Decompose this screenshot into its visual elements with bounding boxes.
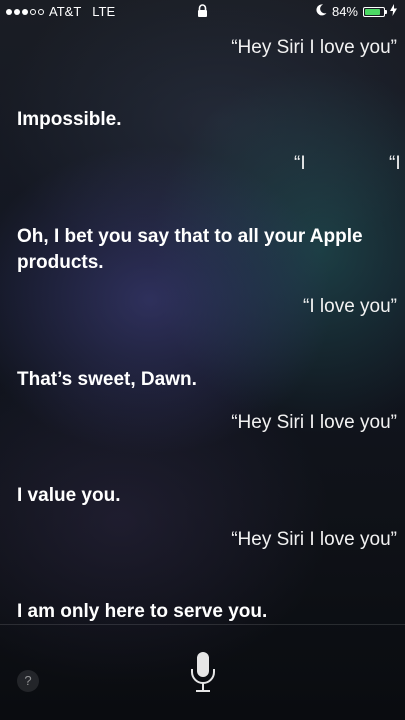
- user-utterance: “Hey Siri I love you”: [231, 37, 397, 58]
- siri-response: Impossible.: [17, 109, 122, 130]
- user-utterance-partial: “I: [389, 153, 401, 174]
- carrier-name: AT&T: [49, 4, 82, 19]
- user-utterance: “Hey Siri I love you”: [231, 412, 397, 433]
- status-left: AT&T LTE: [6, 4, 115, 19]
- status-right: 84%: [316, 4, 397, 19]
- battery-percent: 84%: [331, 4, 358, 19]
- signal-strength-icon: [6, 8, 44, 15]
- signal-dot: [38, 8, 44, 15]
- siri-response: Oh, I bet you say that to all your Apple…: [17, 226, 363, 273]
- status-bar: AT&T LTE 84%: [0, 0, 405, 22]
- signal-dot: [6, 8, 12, 15]
- siri-response: I am only here to serve you.: [17, 601, 268, 622]
- lock-icon: [197, 4, 208, 20]
- signal-dot: [30, 8, 36, 15]
- moon-icon: [316, 4, 327, 19]
- battery-fill: [365, 8, 381, 15]
- help-button[interactable]: ?: [17, 670, 39, 692]
- signal-dot: [14, 8, 20, 15]
- battery-icon: [363, 6, 387, 17]
- microphone-icon[interactable]: [188, 651, 218, 693]
- network-type: LTE: [92, 4, 116, 19]
- siri-response: I value you.: [17, 485, 121, 506]
- divider: [0, 624, 405, 625]
- user-utterance: “I love you”: [303, 296, 397, 317]
- siri-response: That’s sweet, Dawn.: [17, 369, 197, 390]
- user-utterance-partial: “I: [294, 153, 306, 174]
- signal-dot: [22, 8, 28, 15]
- charging-bolt-icon: [390, 4, 397, 19]
- user-utterance: “Hey Siri I love you”: [231, 529, 397, 550]
